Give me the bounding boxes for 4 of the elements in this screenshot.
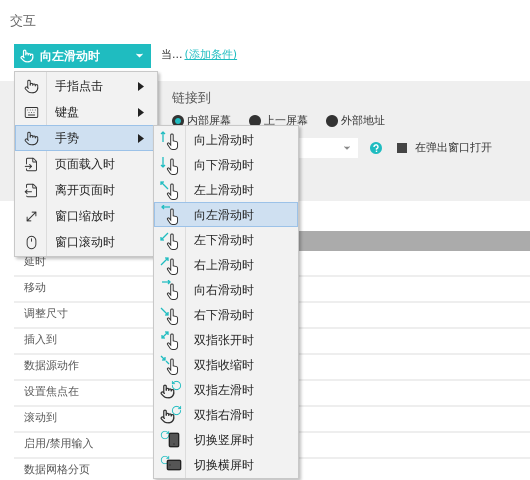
- section-title: 交互: [10, 13, 37, 31]
- condition-label: 当...: [161, 47, 182, 64]
- link-to-title: 链接到: [172, 90, 212, 108]
- popup-checkbox-label: 在弹出窗口打开: [415, 140, 492, 156]
